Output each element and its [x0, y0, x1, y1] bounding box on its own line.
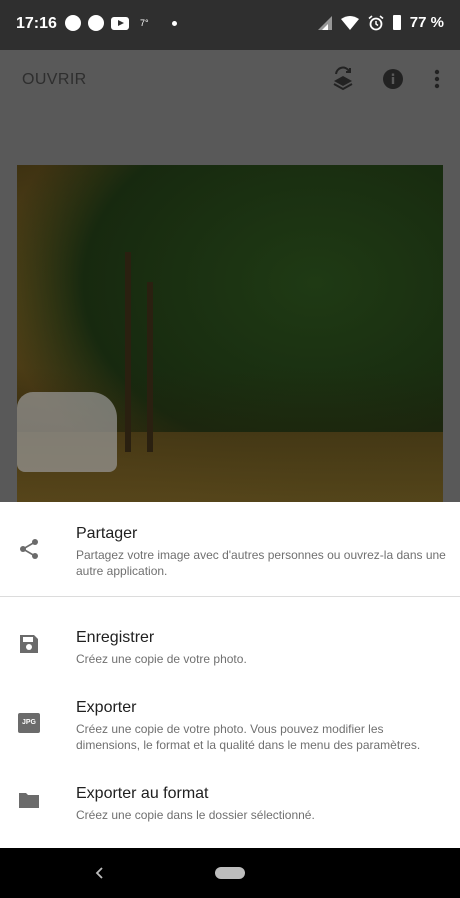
- messenger-icon: [88, 15, 104, 31]
- status-bar: 17:16 7° 77 %: [0, 0, 460, 50]
- battery-icon: [392, 15, 401, 30]
- photo-tree-trunk: [125, 252, 131, 452]
- info-icon[interactable]: [378, 64, 408, 94]
- open-button[interactable]: OUVRIR: [22, 71, 87, 89]
- photo-tree-trunk: [147, 282, 153, 452]
- share-icon: [20, 539, 38, 559]
- back-icon[interactable]: [92, 863, 108, 883]
- navigation-bar: [0, 848, 460, 898]
- save-title: Enregistrer: [76, 629, 155, 646]
- export-description: Créez une copie de votre photo. Vous pou…: [76, 722, 421, 752]
- signal-icon: [317, 15, 332, 30]
- share-title: Partager: [76, 525, 138, 542]
- battery-percent: 77 %: [409, 14, 444, 31]
- home-pill[interactable]: [215, 867, 245, 879]
- share-description: Partagez votre image avec d'autres perso…: [76, 548, 446, 578]
- notification-icons: 7°: [65, 15, 177, 31]
- more-vert-icon[interactable]: [422, 64, 452, 94]
- save-option[interactable]: Enregistrer Créez une copie de votre pho…: [0, 598, 460, 678]
- app-notification-icon: [65, 15, 81, 31]
- share-option[interactable]: Partager Partagez votre image avec d'aut…: [0, 502, 460, 596]
- layers-swap-icon[interactable]: [328, 64, 358, 94]
- wifi-icon: [340, 15, 359, 30]
- share-bottom-sheet: Partager Partagez votre image avec d'aut…: [0, 502, 460, 848]
- photo-car: [17, 392, 117, 472]
- divider: [0, 596, 460, 597]
- system-icons: 77 %: [317, 14, 444, 31]
- status-temperature: 7°: [140, 18, 149, 28]
- alarm-icon: [368, 14, 384, 30]
- status-time: 17:16: [16, 15, 57, 32]
- youtube-icon: [111, 16, 129, 30]
- more-notifications-dot: [171, 20, 177, 26]
- save-icon: [20, 635, 38, 653]
- export-title: Exporter: [76, 699, 137, 716]
- folder-icon: [19, 793, 39, 808]
- export-option[interactable]: JPG Exporter Créez une copie de votre ph…: [0, 678, 460, 764]
- save-description: Créez une copie de votre photo.: [76, 652, 247, 666]
- app-bar: OUVRIR: [0, 50, 460, 108]
- export-format-description: Créez une copie dans le dossier sélectio…: [76, 808, 315, 822]
- export-format-option[interactable]: Exporter au format Créez une copie dans …: [0, 764, 460, 848]
- export-format-title: Exporter au format: [76, 785, 209, 802]
- jpg-icon: JPG: [18, 713, 40, 733]
- photo-preview: [17, 165, 443, 502]
